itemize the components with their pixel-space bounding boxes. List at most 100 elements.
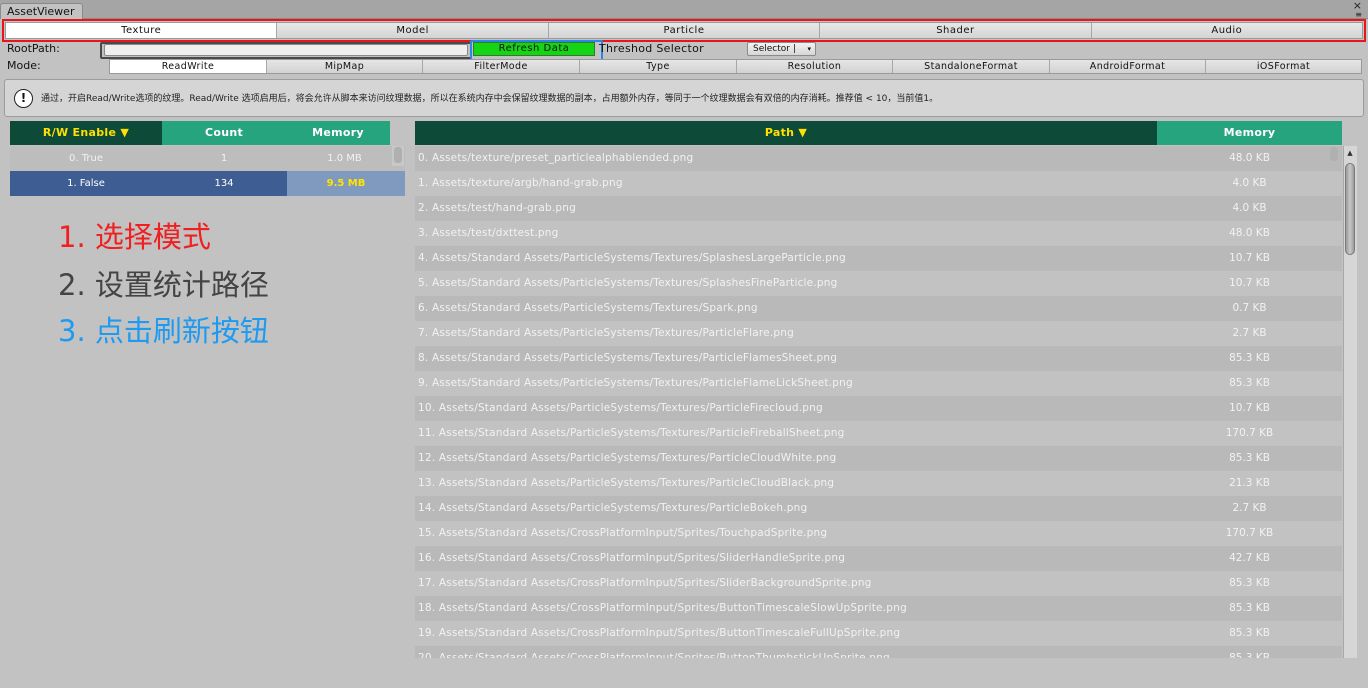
asset-path: 4. Assets/Standard Assets/ParticleSystem… bbox=[418, 252, 846, 264]
asset-path: 19. Assets/Standard Assets/CrossPlatform… bbox=[418, 627, 901, 639]
asset-memory: 85.3 KB bbox=[1229, 452, 1270, 464]
table-row[interactable]: 7. Assets/Standard Assets/ParticleSystem… bbox=[415, 321, 1342, 346]
window-title-bar bbox=[0, 0, 1368, 19]
tab-texture[interactable]: Texture bbox=[6, 23, 278, 38]
help-text: 通过，开启Read/Write选项的纹理。Read/Write 选项启用后，将会… bbox=[41, 94, 939, 104]
table-row-selected[interactable]: 1. False 134 9.5 MB bbox=[10, 171, 405, 196]
asset-memory: 42.7 KB bbox=[1229, 552, 1270, 564]
table-row[interactable]: 18. Assets/Standard Assets/CrossPlatform… bbox=[415, 596, 1342, 621]
table-row[interactable]: 17. Assets/Standard Assets/CrossPlatform… bbox=[415, 571, 1342, 596]
help-box: ! 通过，开启Read/Write选项的纹理。Read/Write 选项启用后，… bbox=[4, 79, 1364, 117]
column-header-asset-memory[interactable]: Memory bbox=[1157, 121, 1342, 145]
asset-list: 0. Assets/texture/preset_particlealphabl… bbox=[415, 146, 1342, 658]
column-header-rw-enable[interactable]: R/W Enable ▼ bbox=[10, 121, 162, 145]
asset-path: 8. Assets/Standard Assets/ParticleSystem… bbox=[418, 352, 838, 364]
table-row[interactable]: 6. Assets/Standard Assets/ParticleSystem… bbox=[415, 296, 1342, 321]
asset-path: 16. Assets/Standard Assets/CrossPlatform… bbox=[418, 552, 846, 564]
table-row[interactable]: 16. Assets/Standard Assets/CrossPlatform… bbox=[415, 546, 1342, 571]
rootpath-input[interactable] bbox=[104, 44, 468, 56]
table-row[interactable]: 14. Assets/Standard Assets/ParticleSyste… bbox=[415, 496, 1342, 521]
asset-memory: 21.3 KB bbox=[1229, 477, 1270, 489]
asset-path: 9. Assets/Standard Assets/ParticleSystem… bbox=[418, 377, 853, 389]
asset-path: 18. Assets/Standard Assets/CrossPlatform… bbox=[418, 602, 907, 614]
asset-memory: 4.0 KB bbox=[1232, 202, 1267, 214]
asset-path: 5. Assets/Standard Assets/ParticleSystem… bbox=[418, 277, 838, 289]
asset-memory: 85.3 KB bbox=[1229, 377, 1270, 389]
category-tab-bar: Texture Model Particle Shader Audio bbox=[5, 22, 1363, 39]
table-row[interactable]: 12. Assets/Standard Assets/ParticleSyste… bbox=[415, 446, 1342, 471]
table-row[interactable]: 13. Assets/Standard Assets/ParticleSyste… bbox=[415, 471, 1342, 496]
asset-path: 15. Assets/Standard Assets/CrossPlatform… bbox=[418, 527, 828, 539]
asset-memory: 0.7 KB bbox=[1232, 302, 1267, 314]
table-row[interactable]: 0. Assets/texture/preset_particlealphabl… bbox=[415, 146, 1342, 171]
mode-label: Mode: bbox=[7, 59, 41, 72]
mode-tab-filtermode[interactable]: FilterMode bbox=[423, 60, 580, 73]
table-row[interactable]: 11. Assets/Standard Assets/ParticleSyste… bbox=[415, 421, 1342, 446]
asset-path: 12. Assets/Standard Assets/ParticleSyste… bbox=[418, 452, 837, 464]
table-row[interactable]: 9. Assets/Standard Assets/ParticleSystem… bbox=[415, 371, 1342, 396]
asset-memory: 85.3 KB bbox=[1229, 602, 1270, 614]
asset-path: 6. Assets/Standard Assets/ParticleSystem… bbox=[418, 302, 758, 314]
info-icon: ! bbox=[14, 89, 33, 108]
column-header-memory[interactable]: Memory bbox=[286, 121, 390, 145]
table-row[interactable]: 20. Assets/Standard Assets/CrossPlatform… bbox=[415, 646, 1342, 658]
column-header-path[interactable]: Path ▼ bbox=[415, 121, 1157, 145]
table-row[interactable]: 10. Assets/Standard Assets/ParticleSyste… bbox=[415, 396, 1342, 421]
tab-shader[interactable]: Shader bbox=[820, 23, 1092, 38]
table-row[interactable]: 19. Assets/Standard Assets/CrossPlatform… bbox=[415, 621, 1342, 646]
window-tab[interactable]: AssetViewer bbox=[0, 3, 83, 19]
mode-tab-androidformat[interactable]: AndroidFormat bbox=[1050, 60, 1206, 73]
table-row[interactable]: 0. True 1 1.0 MB bbox=[10, 146, 405, 171]
tab-audio[interactable]: Audio bbox=[1091, 23, 1363, 38]
table-row[interactable]: 3. Assets/test/dxttest.png 48.0 KB bbox=[415, 221, 1342, 246]
scroll-up-arrow-icon[interactable]: ▲ bbox=[1343, 146, 1357, 160]
asset-list-scrollbar-thumb[interactable] bbox=[1345, 163, 1355, 255]
asset-memory: 2.7 KB bbox=[1232, 327, 1267, 339]
mode-tab-mipmap[interactable]: MipMap bbox=[267, 60, 423, 73]
summary-scrollbar-thumb[interactable] bbox=[394, 147, 402, 163]
asset-memory: 85.3 KB bbox=[1229, 577, 1270, 589]
selector-value: Selector | bbox=[753, 44, 796, 54]
asset-path: 14. Assets/Standard Assets/ParticleSyste… bbox=[418, 502, 808, 514]
asset-path: 0. Assets/texture/preset_particlealphabl… bbox=[418, 152, 694, 164]
asset-memory: 10.7 KB bbox=[1229, 277, 1270, 289]
asset-memory: 48.0 KB bbox=[1229, 152, 1270, 164]
row-memory: 1.0 MB bbox=[327, 153, 362, 164]
tab-particle[interactable]: Particle bbox=[548, 23, 821, 38]
row-memory: 9.5 MB bbox=[287, 171, 405, 196]
mode-tab-standaloneformat[interactable]: StandaloneFormat bbox=[893, 60, 1050, 73]
mode-tab-iosformat[interactable]: iOSFormat bbox=[1206, 60, 1361, 73]
table-row[interactable]: 5. Assets/Standard Assets/ParticleSystem… bbox=[415, 271, 1342, 296]
rootpath-label: RootPath: bbox=[7, 42, 60, 55]
asset-memory: 85.3 KB bbox=[1229, 352, 1270, 364]
mode-tab-readwrite[interactable]: ReadWrite bbox=[110, 60, 267, 73]
table-row[interactable]: 1. Assets/texture/argb/hand-grab.png 4.0 … bbox=[415, 171, 1342, 196]
asset-list-inner-scroll-thumb[interactable] bbox=[1330, 147, 1338, 161]
asset-memory: 85.3 KB bbox=[1229, 627, 1270, 639]
mode-tab-bar: ReadWrite MipMap FilterMode Type Resolut… bbox=[109, 59, 1362, 74]
asset-memory: 10.7 KB bbox=[1229, 402, 1270, 414]
asset-path: 7. Assets/Standard Assets/ParticleSystem… bbox=[418, 327, 794, 339]
table-row[interactable]: 2. Assets/test/hand-grab.png 4.0 KB bbox=[415, 196, 1342, 221]
mode-tab-type[interactable]: Type bbox=[580, 60, 737, 73]
table-row[interactable]: 4. Assets/Standard Assets/ParticleSystem… bbox=[415, 246, 1342, 271]
column-header-count[interactable]: Count bbox=[162, 121, 286, 145]
asset-path: 2. Assets/test/hand-grab.png bbox=[418, 202, 576, 214]
tab-model[interactable]: Model bbox=[277, 23, 549, 38]
asset-memory: 170.7 KB bbox=[1225, 527, 1274, 539]
asset-path: 10. Assets/Standard Assets/ParticleSyste… bbox=[418, 402, 823, 414]
threshold-selector-dropdown[interactable]: Selector | ▾ bbox=[747, 42, 816, 56]
instruction-step-2: 2. 设置统计路径 bbox=[58, 268, 269, 302]
table-row[interactable]: 15. Assets/Standard Assets/CrossPlatform… bbox=[415, 521, 1342, 546]
mode-tab-resolution[interactable]: Resolution bbox=[737, 60, 893, 73]
refresh-data-button[interactable]: Refresh Data bbox=[473, 42, 595, 56]
asset-memory: 48.0 KB bbox=[1229, 227, 1270, 239]
table-row[interactable]: 8. Assets/Standard Assets/ParticleSystem… bbox=[415, 346, 1342, 371]
instruction-step-1: 1. 选择模式 bbox=[58, 220, 211, 254]
asset-memory: 10.7 KB bbox=[1229, 252, 1270, 264]
row-count: 134 bbox=[214, 178, 234, 189]
threshold-selector-label: Threshod Selector bbox=[599, 42, 704, 55]
asset-path: 11. Assets/Standard Assets/ParticleSyste… bbox=[418, 427, 845, 439]
window-menu-icon[interactable]: ≡ bbox=[1355, 10, 1362, 19]
chevron-down-icon: ▾ bbox=[807, 45, 811, 53]
